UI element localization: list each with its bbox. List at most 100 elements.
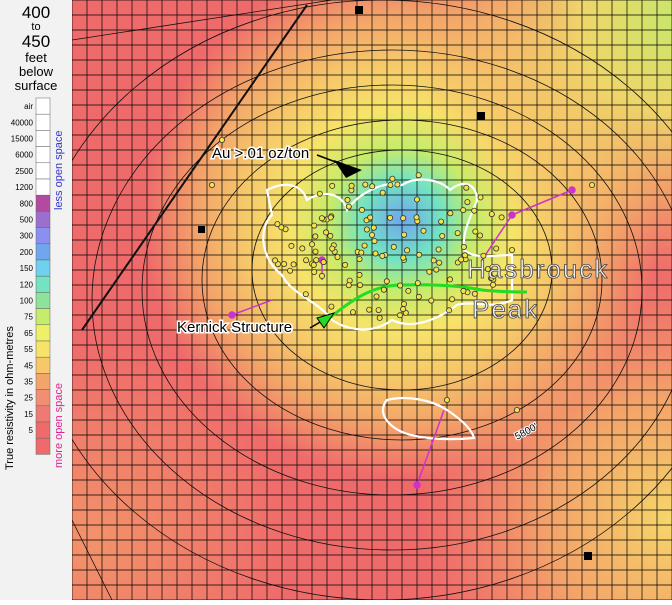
sample-point: [387, 181, 394, 188]
sample-point: [413, 196, 420, 203]
sample-point: [366, 306, 373, 313]
grid-lines: [72, 0, 672, 600]
legend-swatch: [35, 113, 51, 131]
sample-point: [447, 210, 454, 217]
legend-tick-label: 65: [24, 329, 33, 338]
sample-point: [373, 293, 380, 300]
sample-point: [472, 228, 479, 235]
peak-label-line1: Hasbrouck: [467, 254, 609, 284]
sample-point: [368, 231, 375, 238]
sample-point: [208, 181, 215, 188]
legend-swatch: [35, 211, 51, 228]
legend-tick-label: 300: [20, 232, 34, 241]
sample-point: [458, 256, 465, 263]
sample-point: [416, 251, 423, 258]
sample-point: [508, 246, 515, 253]
sample-point: [334, 254, 341, 261]
legend-tick-label: 100: [20, 297, 34, 306]
sample-point: [460, 207, 467, 214]
sample-point: [375, 307, 382, 314]
sample-point: [401, 231, 408, 238]
map-canvas: Au >.01 oz/ton Kernick Structure 5800' H…: [72, 0, 672, 600]
legend-swatch: [35, 324, 51, 342]
legend-tick-label: 150: [20, 264, 34, 273]
legend-tick-label: 45: [24, 361, 33, 370]
more-open-space-label: more open space: [53, 383, 65, 468]
sample-point: [404, 247, 411, 254]
legend-swatch: [35, 405, 51, 423]
depth-label: 400 to 450 feet below surface: [0, 4, 72, 92]
legend-swatch: [35, 243, 51, 261]
sample-point: [460, 287, 467, 294]
sample-point: [290, 261, 297, 268]
sample-point: [344, 196, 351, 203]
sample-point: [320, 259, 327, 266]
sample-point: [394, 181, 401, 188]
sample-point: [349, 309, 356, 316]
legend-swatch: [35, 259, 51, 277]
sample-point: [415, 293, 422, 300]
legend-tick-label: 35: [24, 378, 33, 387]
legend-tick-label: air: [24, 102, 33, 111]
legend-swatch: [35, 437, 51, 455]
kernick-structure-label: Kernick Structure: [177, 319, 292, 336]
sample-point: [363, 226, 370, 233]
legend-tick-label: 25: [24, 394, 33, 403]
peak-label-line2: Peak: [472, 294, 539, 324]
legend-swatch: [35, 421, 51, 439]
legend-swatch: [35, 194, 51, 212]
legend-tick-label: 55: [24, 345, 33, 354]
legend-tick-label: 800: [20, 199, 34, 208]
legend-swatch: [35, 130, 51, 147]
legend-tick-label: 75: [24, 313, 33, 322]
legend-swatch: [35, 292, 51, 309]
gold-label: Au >.01 oz/ton: [212, 145, 309, 162]
sample-point: [299, 245, 306, 252]
sample-point: [327, 232, 334, 239]
sample-point: [439, 232, 446, 239]
sample-point: [369, 183, 376, 190]
legend-tick-label: 500: [20, 216, 34, 225]
legend-swatch: [35, 146, 51, 164]
sample-point: [358, 206, 365, 213]
sample-point: [327, 214, 334, 221]
sample-point: [358, 249, 365, 256]
sample-point: [383, 278, 390, 285]
sample-point: [426, 268, 433, 275]
sample-point: [312, 248, 319, 255]
depth-to: 450: [21, 32, 51, 52]
sample-point: [463, 184, 470, 191]
sample-point: [281, 260, 288, 267]
sample-point: [272, 257, 279, 264]
sample-point: [446, 307, 453, 314]
sample-point: [302, 291, 309, 298]
sample-point: [288, 242, 295, 249]
sample-point: [310, 261, 317, 268]
sample-point: [356, 282, 363, 289]
legend-tick-label: 1200: [15, 183, 33, 192]
sample-point: [342, 261, 349, 268]
sample-point: [460, 243, 467, 250]
legend-swatch: [35, 162, 51, 180]
sample-point: [371, 238, 378, 245]
sample-point: [311, 268, 318, 275]
legend-tick-label: 5: [29, 426, 34, 435]
legend-tick-label: 15000: [11, 135, 34, 144]
sample-point: [329, 182, 336, 189]
sample-point: [405, 287, 412, 294]
less-open-space-label: less open space: [53, 130, 65, 211]
sample-point: [396, 312, 403, 319]
legend-tick-label: 2500: [15, 167, 33, 176]
sample-point: [471, 207, 478, 214]
sample-point: [430, 257, 437, 264]
legend-swatch: [35, 275, 51, 293]
sample-point: [370, 224, 377, 231]
sample-point: [420, 227, 427, 234]
legend-swatch: [35, 178, 51, 196]
sample-point: [345, 282, 352, 289]
depth-from: 400: [21, 3, 51, 22]
sample-point: [345, 203, 352, 210]
sample-point: [362, 181, 369, 188]
sample-point: [498, 214, 505, 221]
sample-point: [218, 136, 225, 143]
